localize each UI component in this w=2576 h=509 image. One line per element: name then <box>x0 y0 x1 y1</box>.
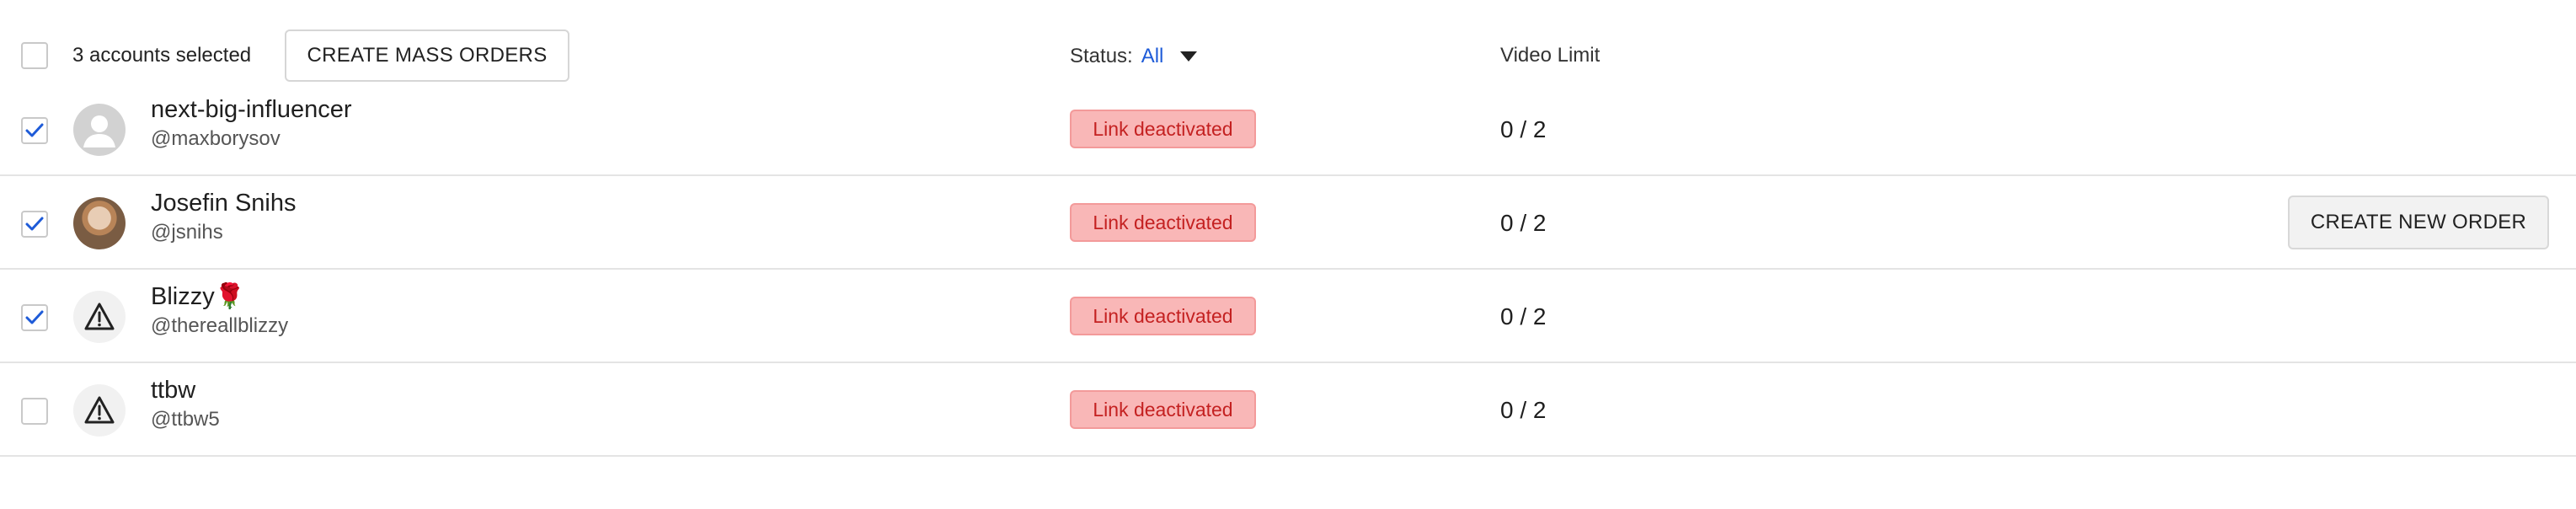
avatar-photo <box>73 197 126 249</box>
row-checkbox[interactable] <box>21 398 48 425</box>
select-all-checkbox[interactable] <box>21 42 48 69</box>
status-badge: Link deactivated <box>1070 203 1256 242</box>
status-filter-label: Status: <box>1070 45 1133 67</box>
create-mass-orders-button[interactable]: CREATE MASS ORDERS <box>285 29 569 82</box>
avatar <box>73 104 126 156</box>
account-name[interactable]: Josefin Snihs <box>151 186 297 220</box>
create-new-order-button[interactable]: CREATE NEW ORDER <box>2288 196 2549 249</box>
avatar <box>73 384 126 437</box>
warning-icon <box>84 396 115 424</box>
accounts-table: 3 accounts selected CREATE MASS ORDERS S… <box>0 0 2576 509</box>
account-handle: @ttbw5 <box>151 408 220 431</box>
placeholder-person-icon <box>83 115 115 147</box>
account-handle: @maxborysov <box>151 127 281 150</box>
selected-count: 3 accounts selected <box>72 44 252 67</box>
row-checkbox[interactable] <box>21 117 48 144</box>
account-handle: @thereallblizzy <box>151 314 289 337</box>
status-badge: Link deactivated <box>1070 297 1256 335</box>
status-filter-value: All <box>1141 45 1164 67</box>
row-checkbox[interactable] <box>21 211 48 238</box>
status-badge: Link deactivated <box>1070 390 1256 429</box>
avatar <box>73 291 126 343</box>
checkmark-icon <box>25 217 44 231</box>
account-name[interactable]: Blizzy🌹 <box>151 280 245 313</box>
status-filter-dropdown[interactable]: Status: All <box>1070 42 1198 71</box>
checkmark-icon <box>25 310 44 324</box>
table-row: Blizzy🌹 @thereallblizzy Link deactivated… <box>0 270 2576 363</box>
video-limit-header: Video Limit <box>1500 44 1601 67</box>
video-limit-value: 0 / 2 <box>1500 116 1547 142</box>
warning-icon <box>84 303 115 330</box>
account-handle: @jsnihs <box>151 221 223 244</box>
caret-down-icon <box>1180 51 1198 62</box>
video-limit-value: 0 / 2 <box>1500 210 1547 236</box>
status-badge: Link deactivated <box>1070 110 1256 148</box>
video-limit-value: 0 / 2 <box>1500 303 1547 330</box>
account-name[interactable]: ttbw <box>151 373 195 407</box>
video-limit-value: 0 / 2 <box>1500 397 1547 423</box>
account-name[interactable]: next-big-influencer <box>151 93 352 126</box>
table-row: Josefin Snihs @jsnihs Link deactivated 0… <box>0 176 2576 270</box>
row-checkbox[interactable] <box>21 304 48 331</box>
table-row: ttbw @ttbw5 Link deactivated 0 / 2 <box>0 363 2576 457</box>
checkmark-icon <box>25 123 44 137</box>
table-row: next-big-influencer @maxborysov Link dea… <box>0 83 2576 176</box>
